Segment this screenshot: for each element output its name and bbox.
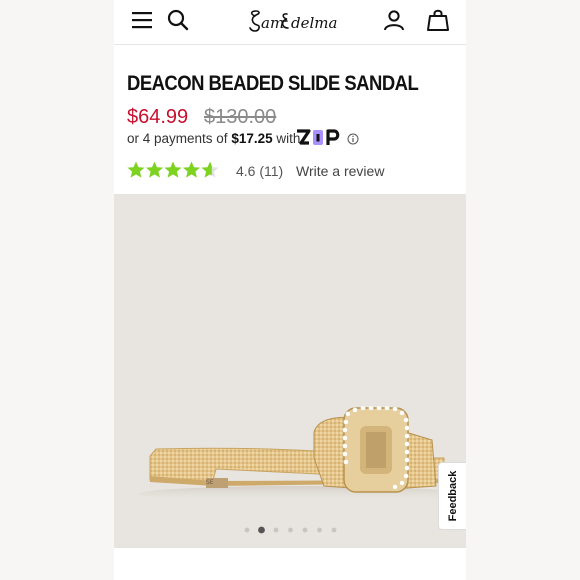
product-gallery[interactable]: SE Feedback — [114, 194, 466, 548]
info-icon[interactable] — [347, 133, 359, 145]
search-icon[interactable] — [166, 8, 190, 32]
product-title: DEACON BEADED SLIDE SANDAL — [127, 72, 419, 95]
pagination-dot[interactable] — [258, 526, 265, 534]
site-header: am delman — [114, 0, 466, 45]
bag-icon[interactable] — [426, 8, 450, 32]
pagination-dot[interactable] — [331, 527, 337, 533]
rating-summary: 4.6 (11) — [236, 163, 284, 179]
installment-text: or 4 payments of $17.25 with — [127, 131, 300, 146]
svg-text:am: am — [261, 14, 284, 32]
menu-icon[interactable] — [131, 10, 153, 30]
star-icon — [183, 161, 200, 178]
svg-text:delman: delman — [291, 14, 337, 32]
feedback-label: Feedback — [447, 470, 459, 522]
installment-amount: $17.25 — [231, 131, 273, 146]
pagination-dot[interactable] — [273, 527, 279, 533]
write-review-link[interactable]: Write a review — [296, 163, 384, 179]
account-icon[interactable] — [382, 8, 406, 32]
pagination-dot[interactable] — [317, 527, 322, 533]
pagination-dot[interactable] — [302, 527, 308, 533]
star-icon — [201, 161, 219, 178]
pagination-dot[interactable] — [288, 527, 293, 533]
installment-prefix: or 4 payments of — [127, 131, 228, 146]
feedback-tab[interactable]: Feedback — [438, 462, 466, 530]
star-icon — [146, 161, 163, 178]
svg-text:SE: SE — [206, 479, 214, 486]
gallery-pagination[interactable] — [242, 525, 342, 535]
product-image: SE — [139, 405, 459, 502]
sale-price: $64.99 — [127, 106, 189, 128]
product-page: am delman DEACON BEADED SLIDE SANDAL $64… — [114, 0, 466, 580]
pagination-dot[interactable] — [244, 527, 250, 533]
right-backdrop — [468, 0, 580, 580]
rating-stars — [127, 161, 219, 178]
brand-logo[interactable]: am delman — [247, 7, 337, 35]
star-icon — [164, 161, 182, 178]
star-icon — [127, 161, 145, 178]
original-price: $130.00 — [204, 106, 277, 128]
left-backdrop — [0, 0, 114, 580]
zip-logo[interactable] — [294, 128, 342, 148]
